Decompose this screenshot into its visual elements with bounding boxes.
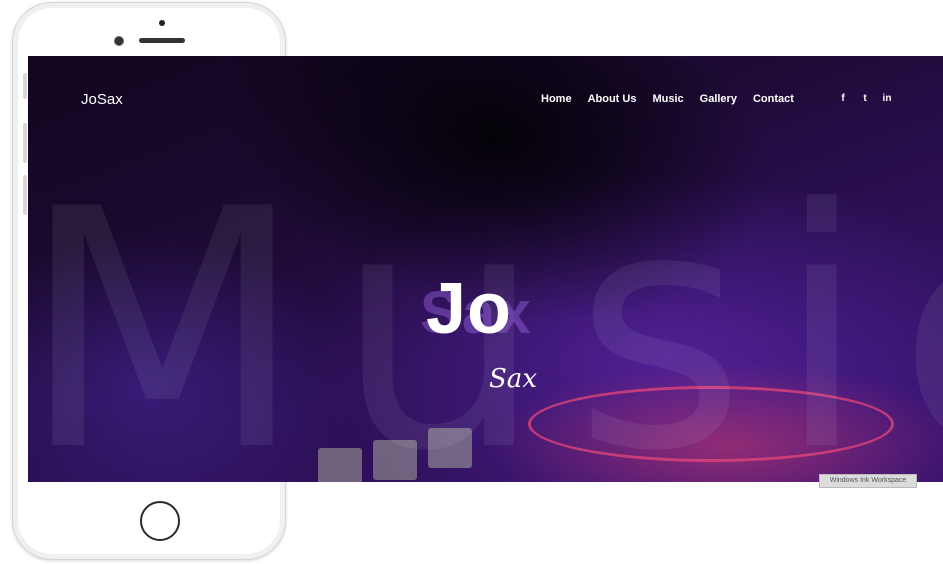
website-screen: Music JoSax Home About Us Music Gallery … — [28, 56, 943, 482]
phone-sensor — [159, 20, 165, 26]
phone-speaker — [139, 38, 185, 43]
social-links: f t in — [832, 93, 898, 104]
mockup-stage: Music JoSax Home About Us Music Gallery … — [0, 0, 943, 564]
phone-volume-up — [23, 123, 27, 163]
linkedin-icon[interactable]: in — [876, 93, 898, 104]
front-camera — [114, 36, 124, 46]
windows-ink-watermark: Windows Ink Workspace — [819, 474, 917, 488]
main-nav: Home About Us Music Gallery Contact — [541, 93, 810, 105]
twitter-icon[interactable]: t — [854, 93, 876, 104]
phone-home-button[interactable] — [140, 501, 180, 541]
nav-contact[interactable]: Contact — [753, 93, 794, 105]
hero-title: Jo — [426, 269, 513, 349]
site-logo[interactable]: JoSax — [81, 91, 123, 108]
facebook-icon[interactable]: f — [832, 93, 854, 104]
nav-music[interactable]: Music — [652, 93, 683, 105]
nav-about-us[interactable]: About Us — [588, 93, 637, 105]
phone-mute-switch — [23, 73, 27, 99]
phone-volume-down — [23, 175, 27, 215]
nav-gallery[interactable]: Gallery — [700, 93, 737, 105]
nav-home[interactable]: Home — [541, 93, 572, 105]
hero-subtitle: Sax — [489, 364, 537, 394]
